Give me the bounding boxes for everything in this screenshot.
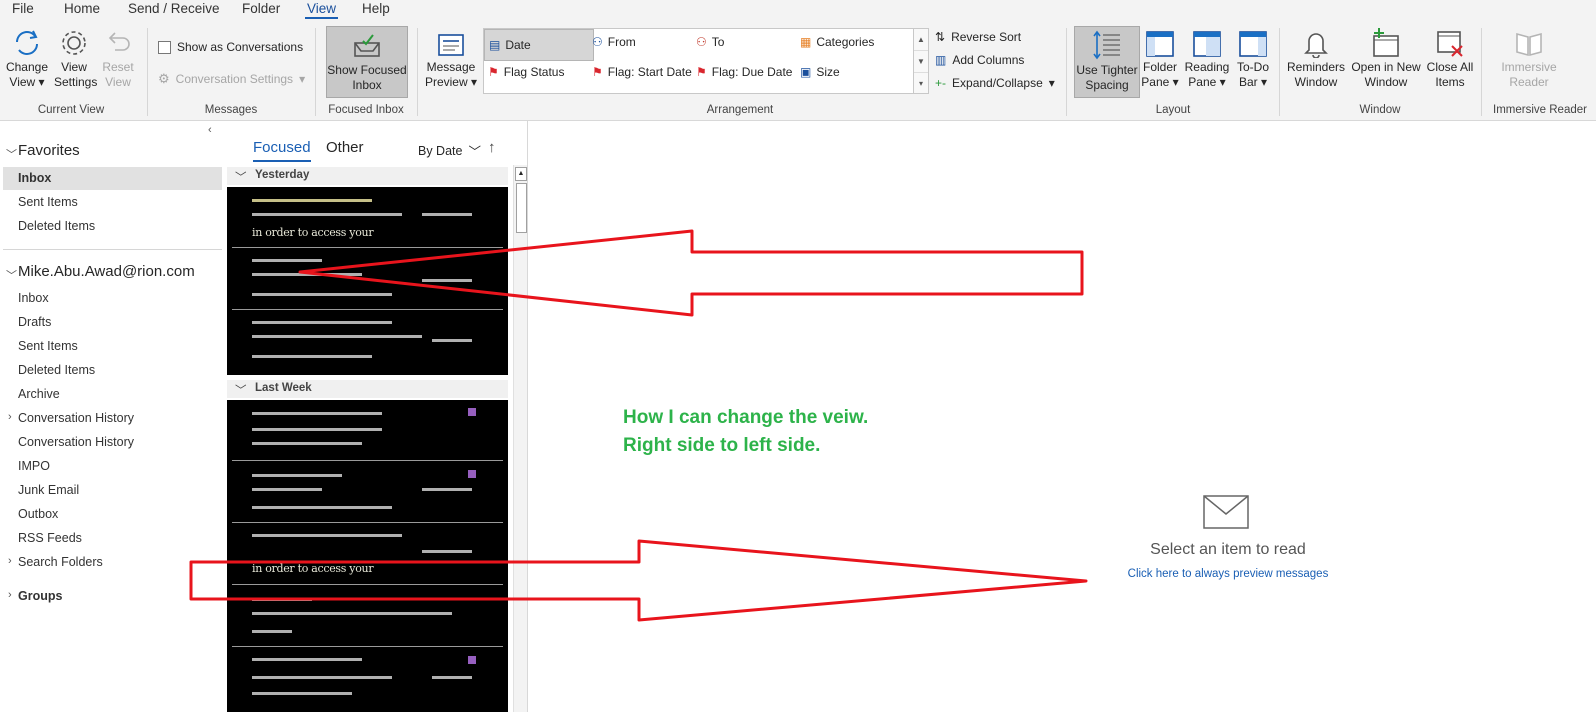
arrow-right-annotation	[189, 539, 1088, 622]
annotation-arrows	[189, 229, 1088, 622]
arrow-left-annotation	[298, 229, 1084, 317]
